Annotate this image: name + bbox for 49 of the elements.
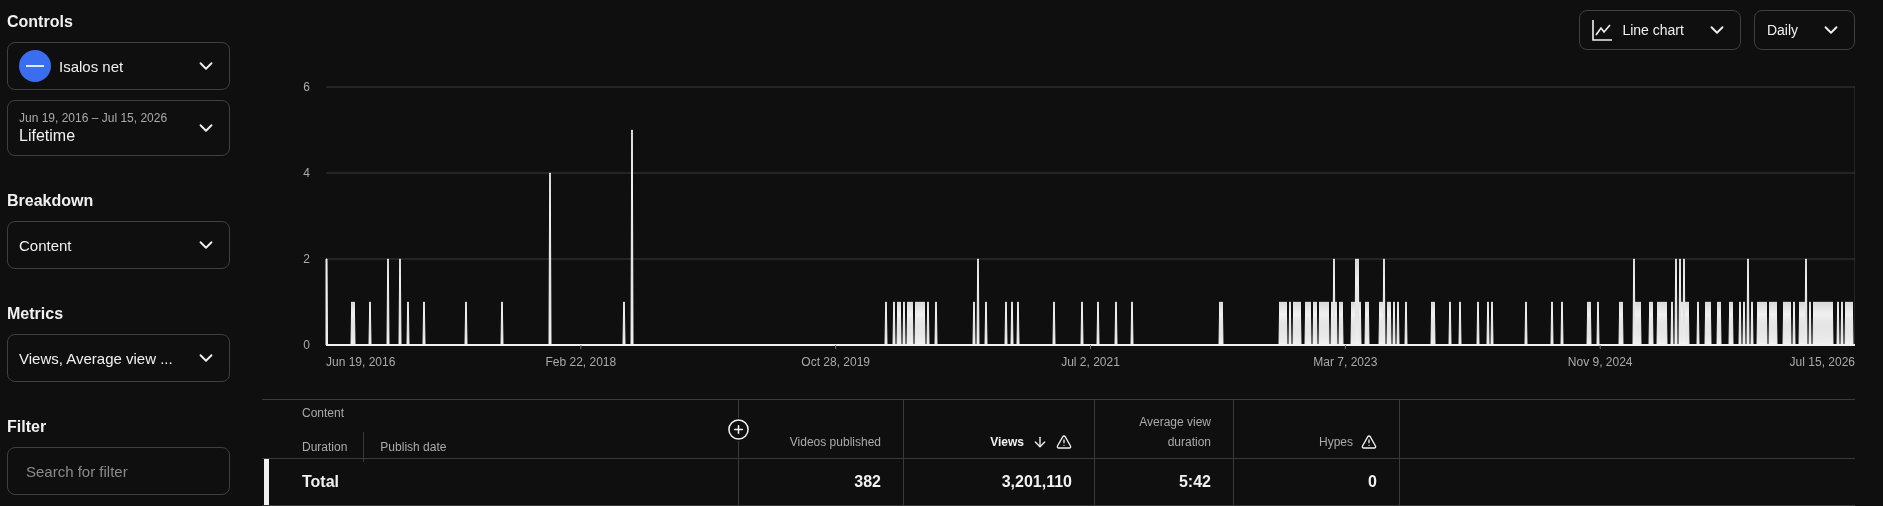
row-indicator (264, 459, 269, 505)
column-label: Hypes (1319, 434, 1353, 451)
dropdown-select[interactable]: Views, Average view ... (7, 334, 230, 382)
subcolumn-header[interactable]: Duration (302, 432, 364, 462)
table-cell: 3,201,110 (1001, 473, 1072, 491)
axis-label: Nov 9, 2024 (1567, 354, 1633, 369)
axis-label: Jul 15, 2026 (1789, 354, 1855, 369)
dropdown-select[interactable]: Content (7, 221, 230, 269)
axis-label: Oct 28, 2019 (801, 354, 871, 369)
filter-search-field[interactable]: Search for filter (7, 447, 230, 495)
subcolumn-header[interactable]: Publish date (363, 432, 447, 462)
table-cell: 382 (854, 473, 881, 491)
column-label: Content (302, 406, 346, 420)
period-label: Lifetime (19, 127, 77, 145)
channel-select[interactable]: Isalos net (7, 42, 230, 90)
column-header[interactable]: Hypes (1234, 400, 1400, 462)
column-label: Videos published (789, 434, 881, 451)
section-heading: Metrics (7, 304, 65, 324)
channel-name: Isalos net (59, 57, 125, 75)
axis-label: Mar 7, 2023 (1313, 354, 1378, 369)
axis-label: 0 (303, 337, 310, 352)
axis-label: 6 (303, 79, 310, 94)
axis-label: 4 (303, 165, 310, 180)
warning-icon (1361, 434, 1377, 450)
column-header[interactable]: Average view duration (1095, 400, 1234, 462)
axis-label: Jul 2, 2021 (1061, 354, 1120, 369)
section-heading: Filter (7, 417, 48, 437)
section-heading: Breakdown (7, 191, 95, 211)
table-cell: 0 (1368, 473, 1377, 491)
section-heading: Controls (7, 12, 74, 32)
date-range-select[interactable]: Jun 19, 2016 – Jul 15, 2026 Lifetime (7, 100, 230, 156)
axis-label: Jun 19, 2016 (326, 354, 396, 369)
line-chart-icon (1592, 18, 1613, 41)
column-header[interactable]: Videos published (739, 400, 904, 462)
table-cell: 5:42 (1178, 473, 1211, 491)
column-label: Average view duration (1138, 414, 1211, 451)
date-range: Jun 19, 2016 – Jul 15, 2026 (19, 111, 169, 125)
column-label: Views (990, 434, 1024, 451)
axis-label: 2 (303, 251, 310, 266)
chart-type-button[interactable]: Line chart (1579, 9, 1741, 50)
add-column-icon[interactable] (727, 418, 750, 441)
interval-button[interactable]: Daily (1753, 9, 1855, 50)
select-value: Content (19, 236, 73, 254)
channel-avatar (19, 50, 51, 82)
axis-label: Feb 22, 2018 (545, 354, 617, 369)
warning-icon (1056, 434, 1072, 450)
column-header[interactable]: Views (904, 400, 1095, 462)
select-value: Views, Average view ... (19, 349, 174, 367)
table-cell: Total (302, 473, 340, 491)
